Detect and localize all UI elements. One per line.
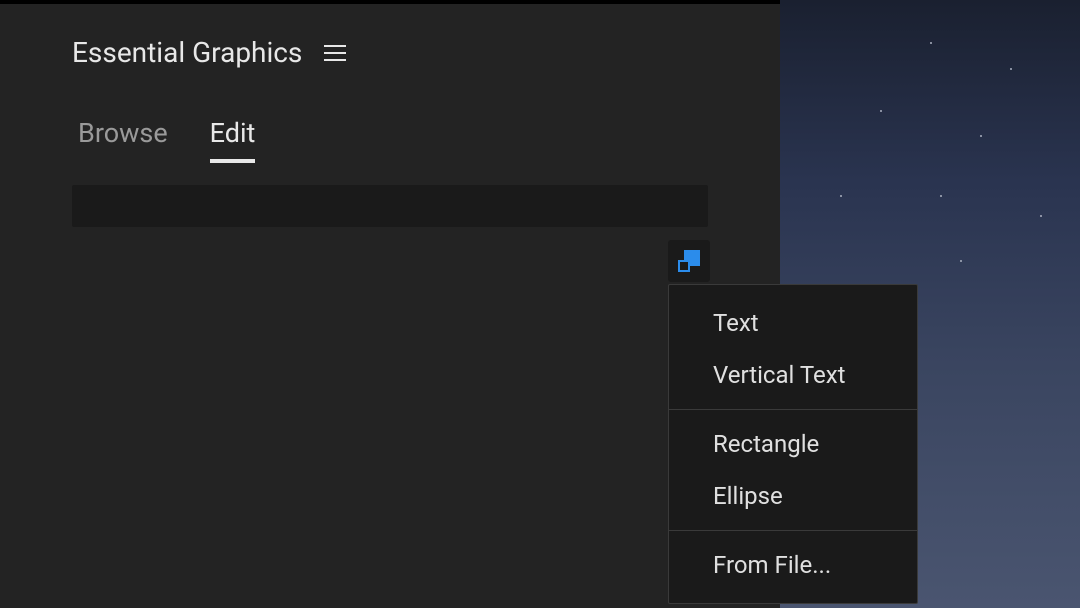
hamburger-menu-icon[interactable] [324,45,346,61]
menu-item-rectangle[interactable]: Rectangle [669,418,917,470]
star [880,110,882,112]
star [1010,68,1012,70]
layer-list-area[interactable] [72,185,708,227]
menu-item-vertical-text[interactable]: Vertical Text [669,349,917,401]
panel-title: Essential Graphics [72,36,302,69]
tabs: Browse Edit [0,69,780,163]
tab-browse[interactable]: Browse [78,117,168,163]
add-layer-dropdown: Text Vertical Text Rectangle Ellipse Fro… [668,284,918,604]
panel-header: Essential Graphics [0,4,780,69]
star [940,195,942,197]
star [1040,215,1042,217]
menu-item-text[interactable]: Text [669,297,917,349]
menu-divider [669,530,917,531]
add-layer-button[interactable] [668,240,710,282]
star [960,260,962,262]
star [840,195,842,197]
menu-divider [669,409,917,410]
star [980,135,982,137]
menu-item-from-file[interactable]: From File... [669,539,917,591]
star [930,42,932,44]
essential-graphics-panel: Essential Graphics Browse Edit Text Vert… [0,0,780,608]
tab-edit[interactable]: Edit [210,117,256,163]
add-layer-icon [678,250,700,272]
menu-item-ellipse[interactable]: Ellipse [669,470,917,522]
